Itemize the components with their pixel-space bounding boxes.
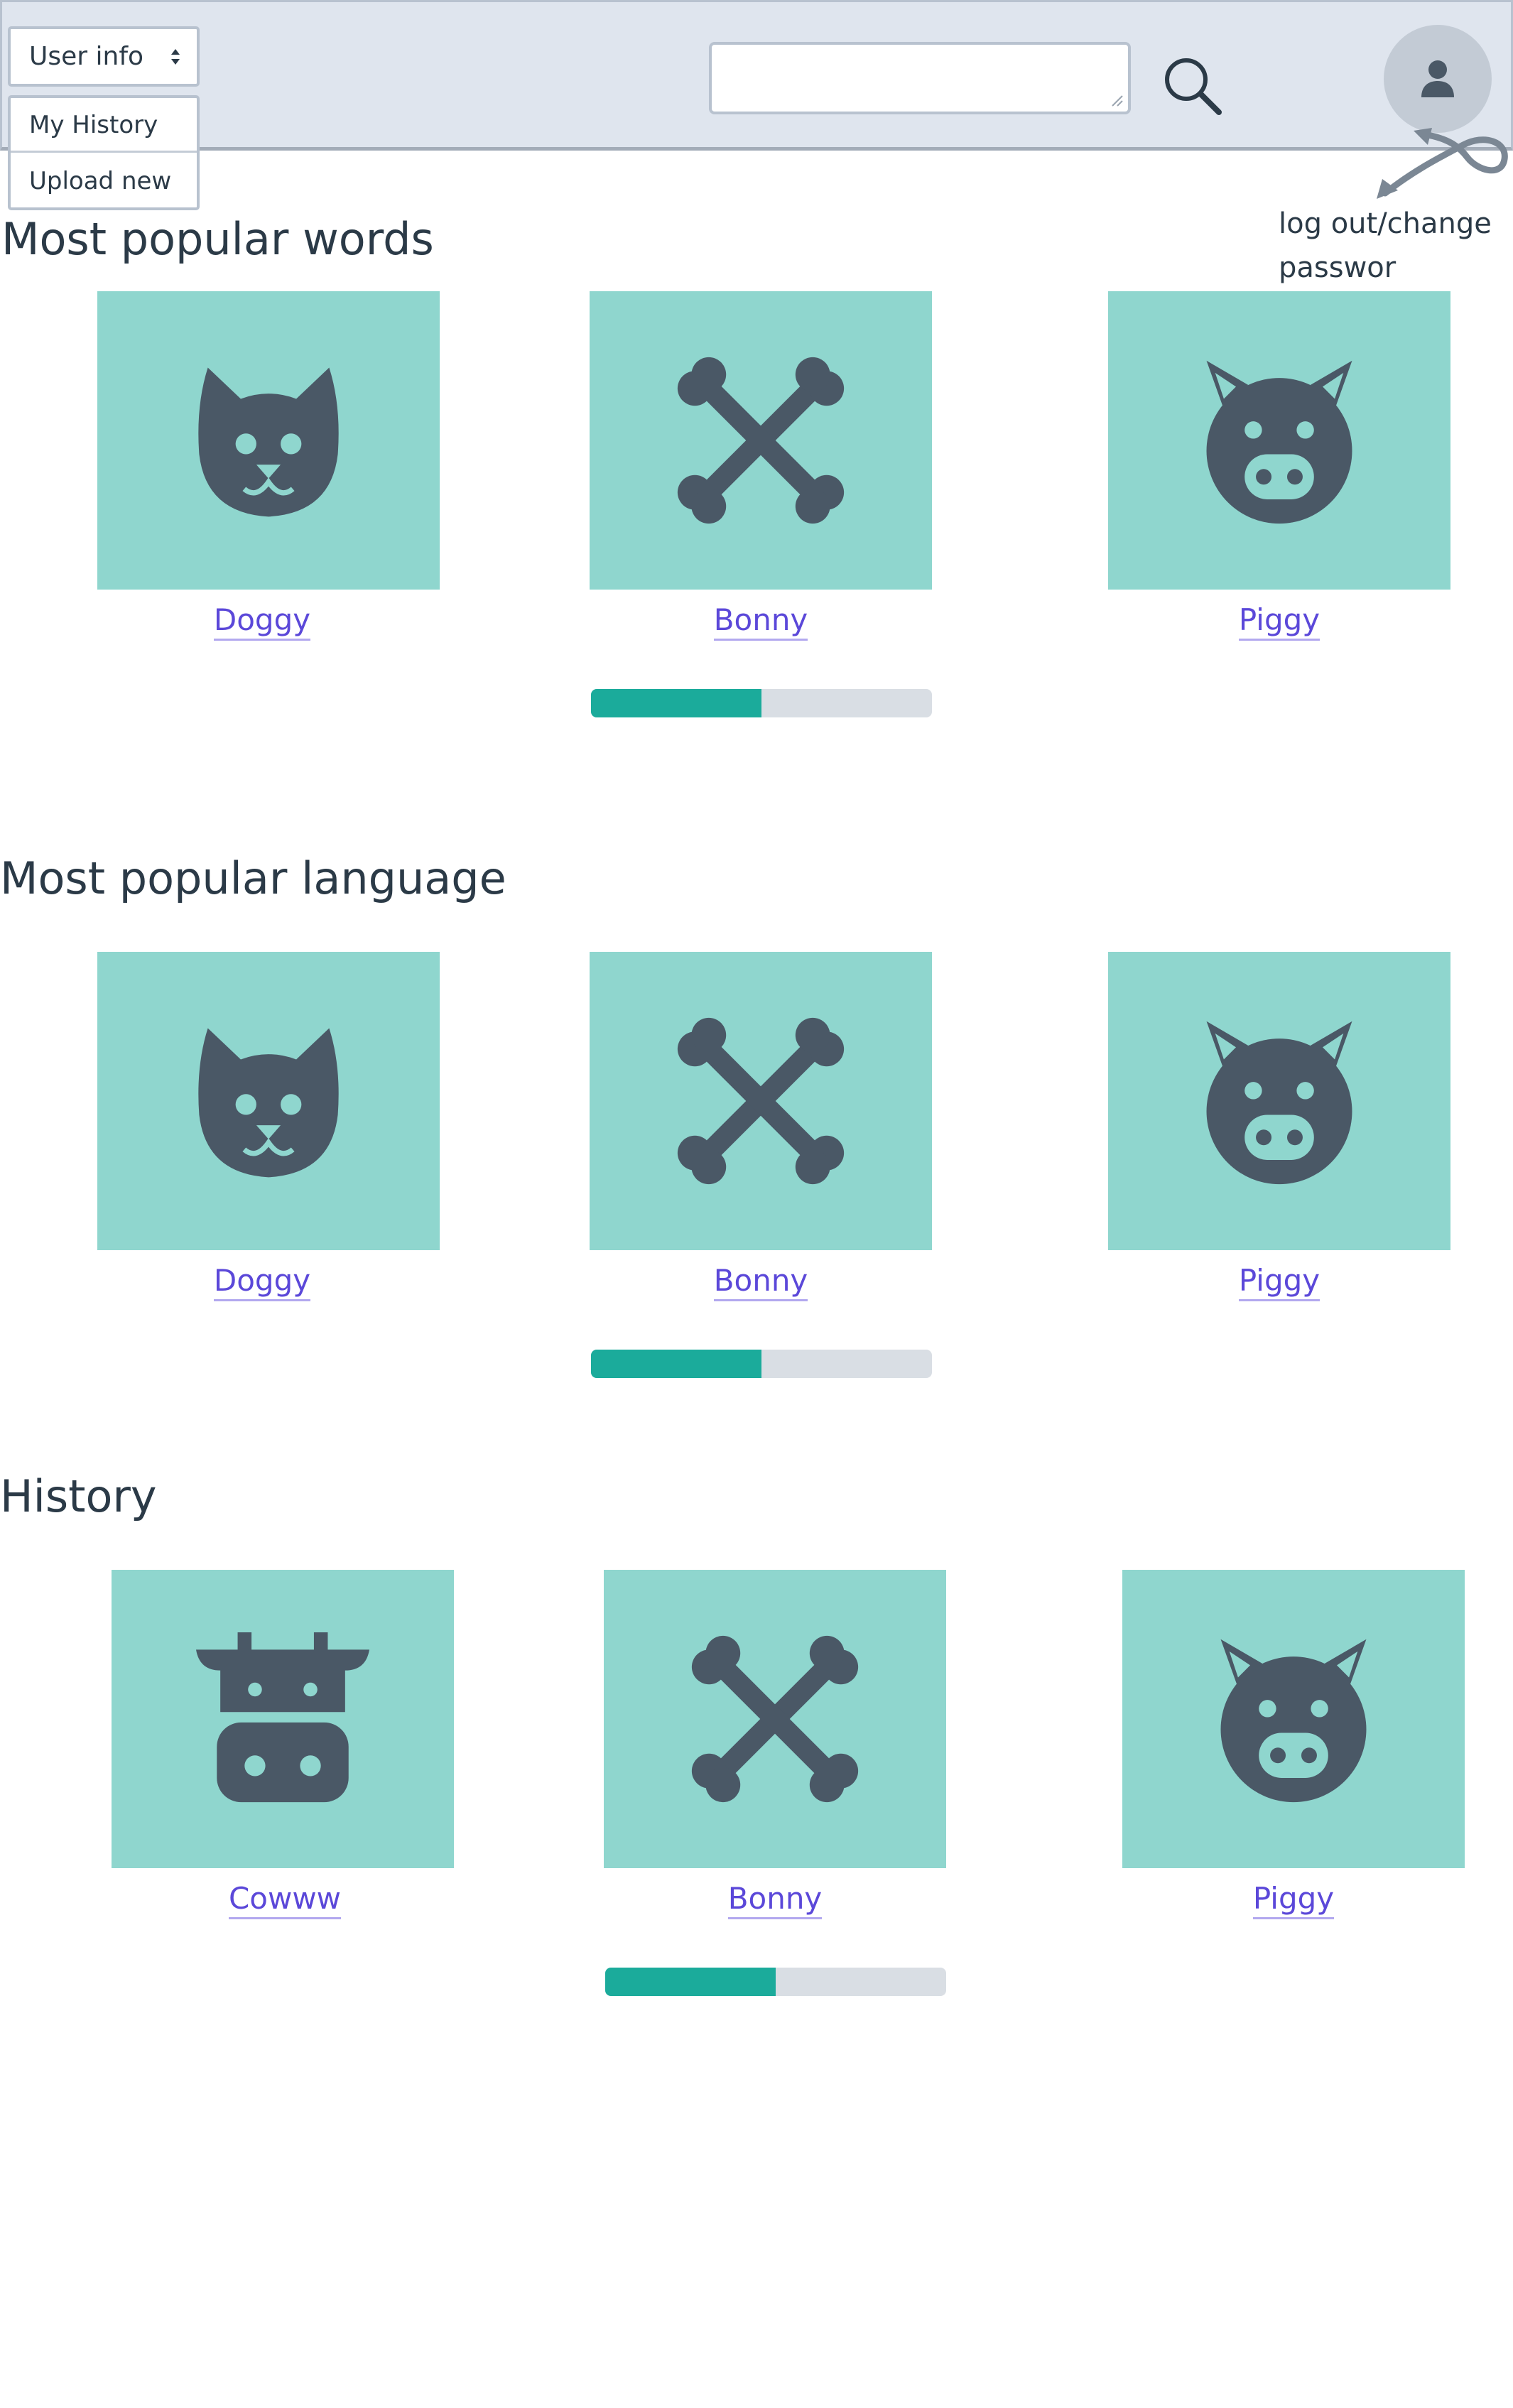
- tile-label[interactable]: Piggy: [1122, 1881, 1465, 1919]
- section-title-popular-words: Most popular words: [1, 213, 434, 265]
- tile-label[interactable]: Doggy: [91, 602, 433, 641]
- user-menu: My History Upload new: [8, 95, 200, 210]
- cat-icon: [198, 367, 339, 517]
- avatar[interactable]: [1384, 25, 1492, 133]
- annotation-arrow-icon: [1377, 128, 1508, 199]
- search-icon[interactable]: [1161, 54, 1225, 118]
- pig-icon: [1206, 360, 1352, 524]
- menu-item-my-history[interactable]: My History: [11, 98, 197, 153]
- tile-card[interactable]: [97, 952, 440, 1250]
- search-input[interactable]: [709, 42, 1131, 114]
- bone-icon: [677, 357, 845, 524]
- progress-bar: [591, 1350, 932, 1378]
- tile-card[interactable]: [1108, 291, 1450, 590]
- user-info-select-value: User info: [29, 42, 144, 71]
- link-piggy[interactable]: Piggy: [1238, 1263, 1321, 1301]
- progress-bar: [605, 1968, 946, 1996]
- user-icon: [1421, 60, 1454, 97]
- link-doggy[interactable]: Doggy: [213, 602, 311, 641]
- link-bonny[interactable]: Bonny: [713, 602, 808, 641]
- link-piggy[interactable]: Piggy: [1252, 1881, 1335, 1919]
- tile-label[interactable]: Bonny: [604, 1881, 946, 1919]
- annotation-text: log out/change passwor: [1279, 207, 1492, 284]
- tile-card[interactable]: [604, 1570, 946, 1868]
- tile-label[interactable]: Cowww: [114, 1881, 456, 1919]
- tile-label[interactable]: Bonny: [590, 602, 932, 641]
- tile-card[interactable]: [1122, 1570, 1465, 1868]
- progress-bar: [591, 689, 932, 717]
- link-doggy[interactable]: Doggy: [213, 1263, 311, 1301]
- bone-icon: [677, 1017, 845, 1185]
- progress-fill: [591, 689, 761, 717]
- tile-card[interactable]: [112, 1570, 454, 1868]
- select-arrows-icon: [171, 49, 180, 65]
- section-title-popular-language: Most popular language: [0, 852, 506, 904]
- bone-icon: [691, 1635, 859, 1803]
- pig-icon: [1220, 1639, 1367, 1803]
- link-bonny[interactable]: Bonny: [727, 1881, 823, 1919]
- tile-label[interactable]: Bonny: [590, 1263, 932, 1301]
- cat-icon: [198, 1028, 339, 1178]
- link-piggy[interactable]: Piggy: [1238, 602, 1321, 641]
- menu-item-upload-new[interactable]: Upload new: [11, 154, 197, 209]
- section-title-history: History: [0, 1470, 157, 1522]
- cow-icon: [196, 1632, 369, 1803]
- tile-card[interactable]: [97, 291, 440, 590]
- resize-grip-icon[interactable]: [1110, 93, 1124, 107]
- tile-card[interactable]: [590, 952, 932, 1250]
- link-cowww[interactable]: Cowww: [228, 1881, 342, 1919]
- progress-fill: [605, 1968, 776, 1996]
- pig-icon: [1206, 1021, 1352, 1185]
- tile-label[interactable]: Piggy: [1108, 602, 1450, 641]
- tile-card[interactable]: [1108, 952, 1450, 1250]
- link-bonny[interactable]: Bonny: [713, 1263, 808, 1301]
- tile-card[interactable]: [590, 291, 932, 590]
- progress-fill: [591, 1350, 761, 1378]
- tile-label[interactable]: Piggy: [1108, 1263, 1450, 1301]
- tile-label[interactable]: Doggy: [91, 1263, 433, 1301]
- user-info-select[interactable]: User info: [8, 26, 200, 87]
